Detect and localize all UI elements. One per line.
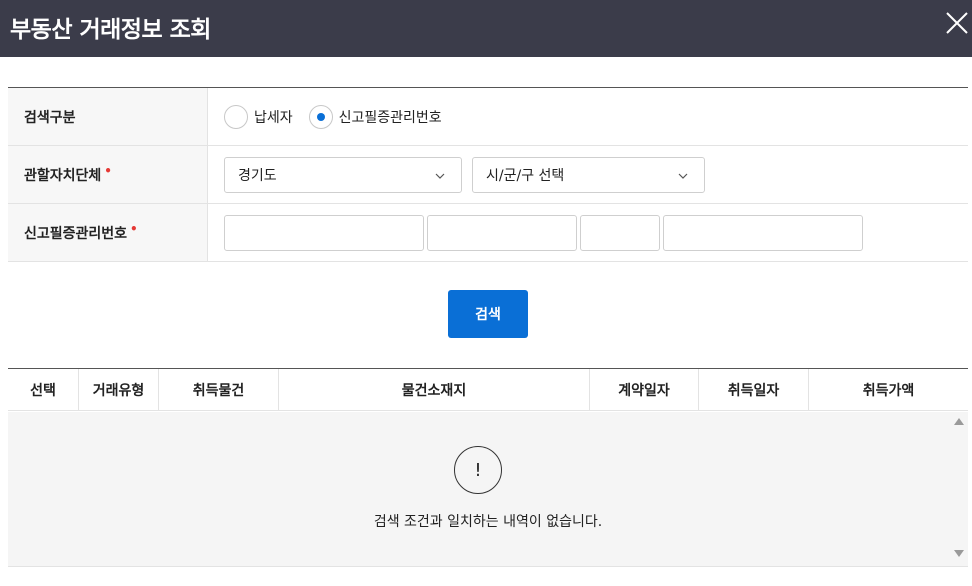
radio-report-number[interactable]: 신고필증관리번호 [308,104,442,129]
city-select[interactable]: 시/군/구 선택 [472,156,705,193]
radio-taxpayer-label: 납세자 [254,109,293,126]
report-number-input-3[interactable] [580,214,660,251]
col-location: 물건소재지 [279,369,590,411]
search-form: 검색구분 납세자 신고필증관리번호 관할자치단체• 경기도 시/군/구 선택 [8,87,968,262]
col-select: 선택 [8,369,79,411]
col-contract-date: 계약일자 [590,369,699,411]
radio-circle[interactable] [224,104,248,129]
report-number-input-2[interactable] [427,214,577,251]
result-table: 선택 거래유형 취득물건 물건소재지 계약일자 취득일자 취득가액 ! 검색 조… [8,368,968,567]
empty-message: 검색 조건과 일치하는 내역이 없습니다. [373,514,603,530]
col-deal-type: 거래유형 [79,369,159,411]
search-type-label: 검색구분 [8,88,208,145]
radio-circle-checked[interactable] [308,104,333,129]
report-number-input-4[interactable] [663,214,863,251]
scroll-down-arrow-icon[interactable] [954,550,964,557]
search-button[interactable]: 검색 [448,290,528,338]
scroll-up-arrow-icon[interactable] [954,418,964,425]
chevron-down-icon [435,173,445,179]
close-icon[interactable] [944,10,970,36]
col-acquire-date: 취득일자 [699,369,809,411]
province-select[interactable]: 경기도 [224,156,462,193]
required-mark: • [130,221,138,236]
search-type-row: 검색구분 납세자 신고필증관리번호 [8,88,968,146]
province-select-value: 경기도 [238,167,277,184]
col-property: 취득물건 [159,369,279,411]
report-number-row: 신고필증관리번호 • [8,204,968,262]
col-acquire-price: 취득가액 [862,383,915,399]
modal-title: 부동산 거래정보 조회 [10,17,211,43]
table-header: 선택 거래유형 취득물건 물건소재지 계약일자 취득일자 취득가액 [8,369,968,411]
exclamation-icon: ! [454,446,502,494]
report-number-label: 신고필증관리번호 • [8,204,208,261]
radio-taxpayer[interactable]: 납세자 [224,104,293,129]
modal-header: 부동산 거래정보 조회 [0,0,972,57]
chevron-down-icon [678,173,688,179]
table-body: ! 검색 조건과 일치하는 내역이 없습니다. [8,412,968,567]
radio-report-number-label: 신고필증관리번호 [338,109,442,126]
local-gov-row: 관할자치단체 • 경기도 시/군/구 선택 [8,146,968,204]
city-select-value: 시/군/구 선택 [486,167,565,184]
required-mark: • [104,163,112,178]
report-number-input-1[interactable] [224,214,424,251]
local-gov-label: 관할자치단체 • [8,146,208,203]
